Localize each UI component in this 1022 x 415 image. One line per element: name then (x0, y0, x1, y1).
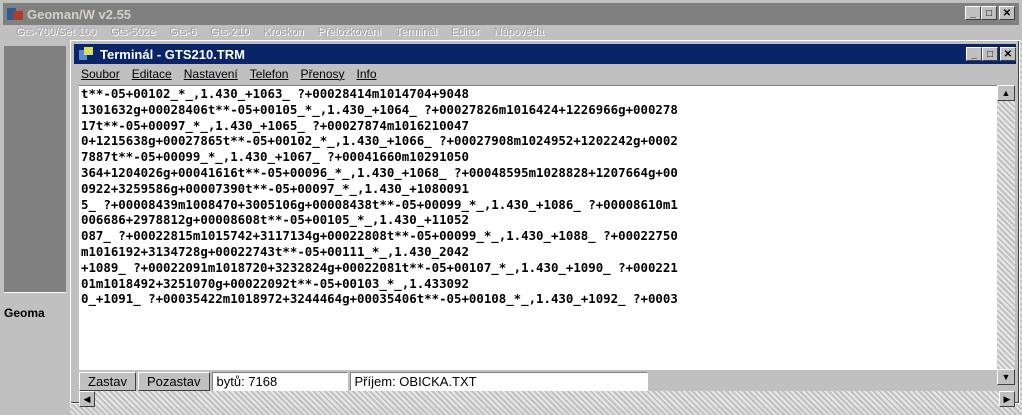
terminal-window: Terminál - GTS210.TRM _ □ ✕ Soubor Edita… (70, 40, 1020, 407)
terminal-close-icon[interactable]: ✕ (1000, 47, 1016, 61)
status-bar: Zastav Pozastav bytů: 7168 Příjem: OBICK… (79, 371, 997, 391)
output-line: 006686+2978812g+00008608t**-05+00105_*_,… (81, 212, 469, 228)
menu-napoveda[interactable]: Nápověda (494, 26, 544, 38)
terminal-output[interactable]: t**-05+00102_*_,1.430_+1063_ ?+00028414m… (79, 85, 997, 370)
menu-info[interactable]: Info (357, 67, 377, 81)
menu-nastaveni[interactable]: Nastavení (184, 67, 238, 81)
menu-prelozkovani[interactable]: Přeložkování (318, 26, 382, 38)
terminal-icon (79, 47, 95, 61)
scroll-left-icon[interactable]: ◀ (79, 391, 95, 407)
pause-button[interactable]: Pozastav (138, 371, 210, 391)
terminal-menu-bar: Soubor Editace Nastavení Telefon Přenosy… (81, 67, 377, 81)
output-line: 7887t**-05+00099_*_,1.430_+1067_ ?+00041… (81, 149, 469, 165)
app-icon (7, 6, 23, 22)
mdi-workspace (4, 46, 66, 292)
receive-status: Příjem: OBICKA.TXT (349, 371, 648, 391)
terminal-minimize-icon[interactable]: _ (966, 47, 982, 61)
menu-soubor[interactable]: Soubor (81, 67, 120, 81)
close-icon[interactable]: ✕ (999, 6, 1015, 20)
terminal-title-bar[interactable]: Terminál - GTS210.TRM _ □ ✕ (74, 44, 1016, 64)
output-line: m1016192+3134728g+00022743t**-05+00111_*… (81, 243, 469, 259)
main-window: Geoman/W v2.55 _ □ ✕ Gts-700/Set 100 Gts… (0, 0, 1022, 415)
minimize-icon[interactable]: _ (965, 6, 981, 20)
output-line: +1089_ ?+00022091m1018720+3232824g+00022… (81, 259, 678, 275)
menu-gts6[interactable]: Gts-6 (169, 26, 196, 38)
output-line: t**-05+00102_*_,1.430_+1063_ ?+00028414m… (81, 86, 469, 101)
side-label: Geoma (4, 306, 45, 320)
menu-kroskon[interactable]: Kroskon (263, 26, 303, 38)
menu-editor[interactable]: Editor (451, 26, 480, 38)
scroll-up-icon[interactable]: ▲ (997, 85, 1015, 101)
output-line: 17t**-05+00097_*_,1.430_+1065_ ?+0002787… (81, 117, 469, 133)
menu-prenosy[interactable]: Přenosy (300, 67, 344, 81)
menu-terminal[interactable]: Terminál (395, 26, 437, 38)
output-line: 364+1204026g+00041616t**-05+00096_*_,1.4… (81, 164, 678, 180)
output-line: 01m1018492+3251070g+00022092t**-05+00103… (81, 275, 469, 291)
output-line: 0+1215638g+00027865t**-05+00102_*_,1.430… (81, 133, 678, 149)
output-line: 5_ ?+00008439m1008470+3005106g+00008438t… (81, 196, 678, 212)
terminal-title: Terminál - GTS210.TRM (100, 46, 245, 62)
stop-button[interactable]: Zastav (79, 371, 137, 391)
terminal-maximize-icon[interactable]: □ (982, 47, 998, 61)
menu-gts700[interactable]: Gts-700/Set 100 (16, 26, 96, 38)
output-line: 0_+1091_ ?+00035422m1018972+3244464g+000… (81, 291, 678, 307)
menu-editace[interactable]: Editace (132, 67, 172, 81)
output-line: 087_ ?+00022815m1015742+3117134g+0002280… (81, 228, 678, 244)
menu-telefon[interactable]: Telefon (250, 67, 289, 81)
vertical-scrollbar[interactable]: ▲ ▼ (997, 85, 1015, 385)
maximize-icon[interactable]: □ (981, 6, 997, 20)
scroll-down-icon[interactable]: ▼ (997, 369, 1015, 385)
mdi-divider (4, 292, 66, 299)
scroll-right-icon[interactable]: ▶ (999, 391, 1015, 407)
main-title-bar[interactable]: Geoman/W v2.55 _ □ ✕ (3, 3, 1019, 25)
output-line: 1301632g+00028406t**-05+00105_*_,1.430_+… (81, 101, 678, 117)
bytes-count: bytů: 7168 (211, 371, 348, 391)
horizontal-scrollbar[interactable]: ◀ ▶ (79, 391, 1015, 407)
menu-gts210[interactable]: Gts-210 (210, 26, 249, 38)
output-line: 0922+3259586g+00007390t**-05+00097_*_,1.… (81, 180, 469, 196)
menu-gts502e[interactable]: Gts-502e (110, 26, 155, 38)
main-window-title: Geoman/W v2.55 (27, 6, 132, 22)
main-menu-bar: Gts-700/Set 100 Gts-502e Gts-6 Gts-210 K… (16, 26, 544, 38)
